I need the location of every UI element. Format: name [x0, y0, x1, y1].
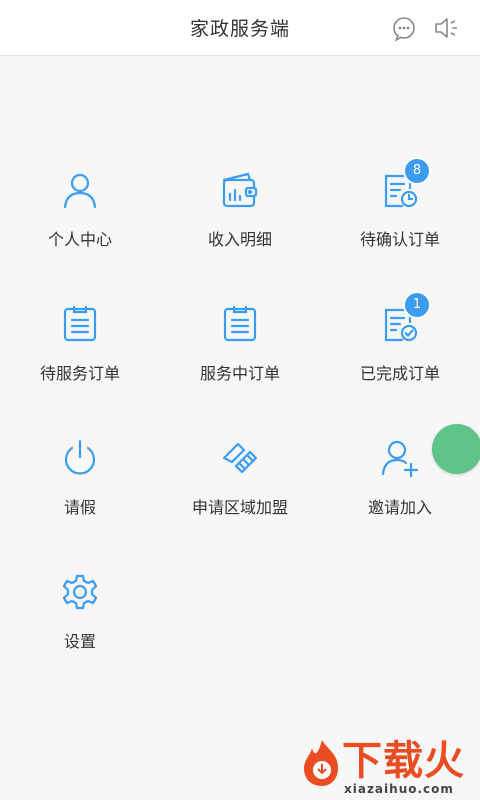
- clipboard-icon: [60, 304, 100, 344]
- menu-item-in-service-orders[interactable]: 服务中订单: [160, 304, 320, 438]
- menu-label: 待确认订单: [359, 230, 440, 249]
- clipboard-icon: [220, 304, 260, 344]
- menu-label: 邀请加入: [367, 498, 432, 517]
- menu-label: 待服务订单: [39, 364, 120, 383]
- menu-label: 设置: [63, 632, 96, 651]
- menu-label: 申请区域加盟: [191, 498, 288, 517]
- menu-item-leave[interactable]: 请假: [0, 438, 160, 572]
- message-icon[interactable]: [390, 14, 418, 42]
- menu-item-pending-confirm-orders[interactable]: 8 待确认订单: [320, 157, 480, 304]
- speaker-icon[interactable]: [432, 14, 460, 42]
- menu-label: 请假: [63, 498, 96, 517]
- watermark-url: xiazaihuo.com: [344, 782, 454, 796]
- menu-item-personal-center[interactable]: 个人中心: [0, 170, 160, 304]
- badge-count: 8: [403, 157, 431, 185]
- app-header: 家政服务端: [0, 0, 480, 56]
- wallet-icon: [220, 170, 260, 210]
- watermark: 下载火 xiazaihuo.com: [270, 738, 480, 800]
- menu-label: 已完成订单: [359, 364, 440, 383]
- menu-item-pending-service-orders[interactable]: 待服务订单: [0, 304, 160, 438]
- power-icon: [60, 438, 100, 478]
- menu-item-settings[interactable]: 设置: [0, 572, 160, 706]
- floating-action-button[interactable]: [432, 424, 480, 474]
- menu-label: 服务中订单: [199, 364, 280, 383]
- menu-label: 个人中心: [47, 230, 112, 249]
- watermark-text: 下载火: [342, 738, 465, 784]
- menu-item-regional-franchise[interactable]: 申请区域加盟: [160, 438, 320, 572]
- menu-item-completed-orders[interactable]: 1 已完成订单: [320, 291, 480, 438]
- flame-logo-icon: [300, 738, 344, 788]
- add-user-icon: [380, 438, 420, 478]
- badge-count: 1: [403, 291, 431, 319]
- gear-icon: [60, 572, 100, 612]
- handshake-icon: [220, 438, 260, 478]
- person-icon: [60, 170, 100, 210]
- menu-item-income-details[interactable]: 收入明细: [160, 170, 320, 304]
- menu-label: 收入明细: [207, 230, 272, 249]
